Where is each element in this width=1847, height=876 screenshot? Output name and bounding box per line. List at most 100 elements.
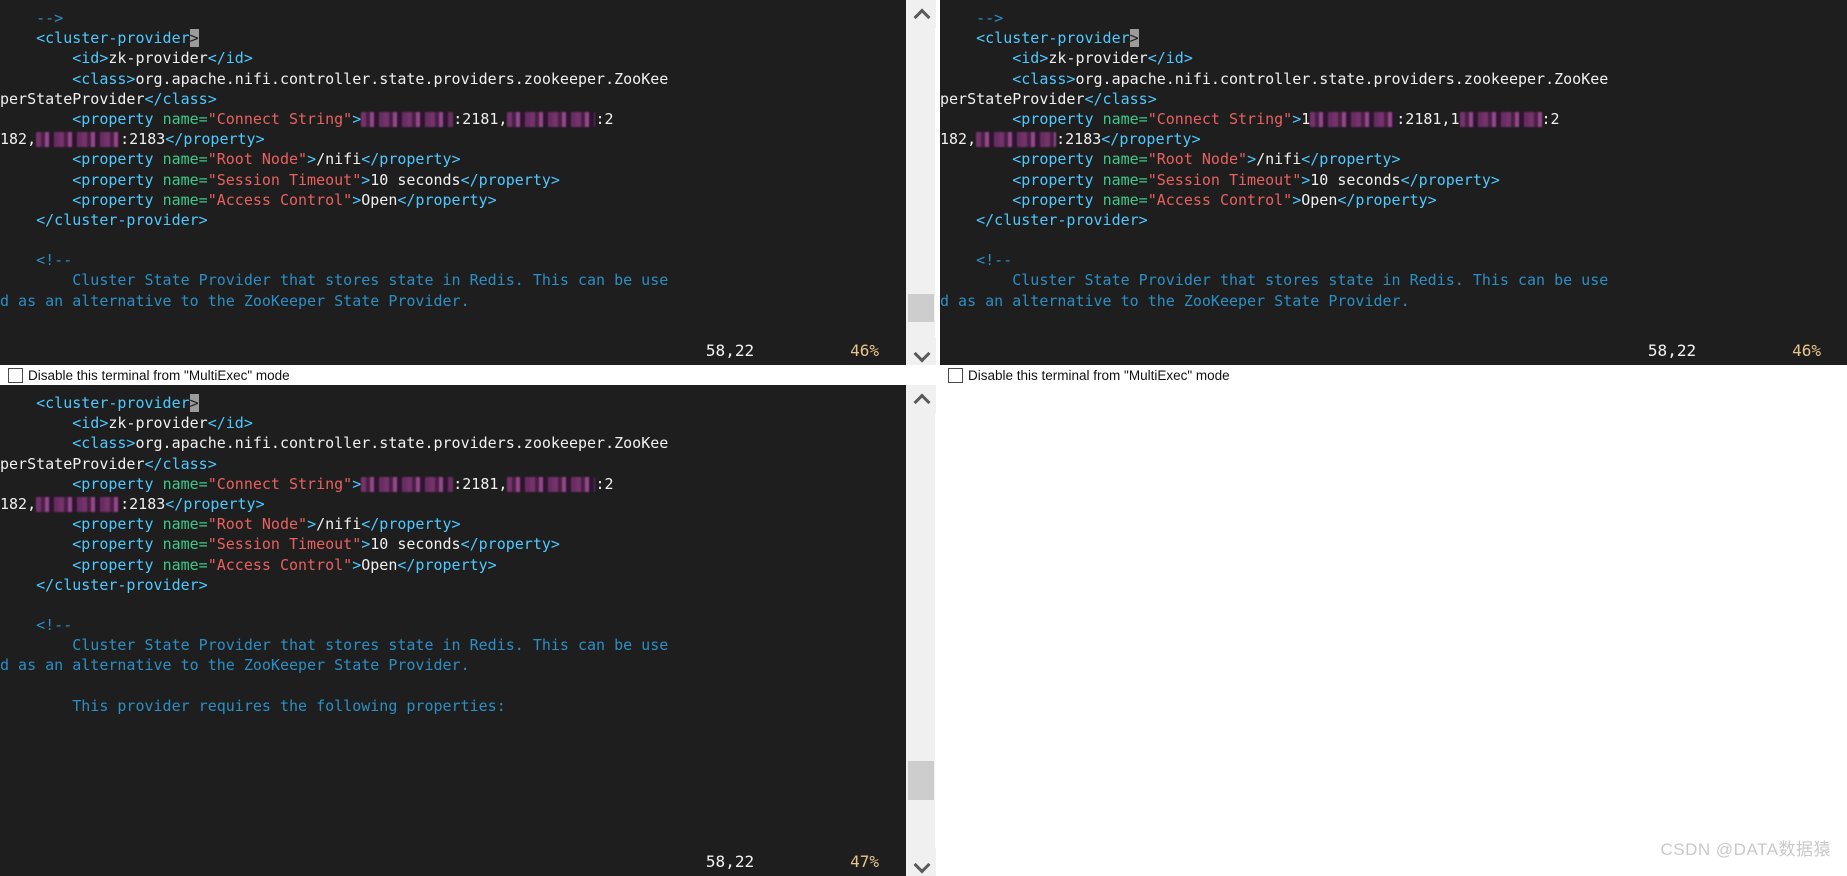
scroll-up-button-bottom-left[interactable] [906, 385, 936, 413]
scroll-up-button-top-left[interactable] [906, 0, 936, 28]
code-token: :2181, [453, 109, 508, 128]
code-token: > [361, 170, 371, 189]
disable-multiexec-checkbox-top-right[interactable] [948, 367, 963, 383]
code-token: > [1129, 29, 1139, 48]
code-token: perStateProvider [940, 89, 1085, 108]
code-token: <id> [1012, 49, 1049, 68]
terminal-line: </cluster-provider> [0, 575, 905, 595]
code-token: > [352, 190, 362, 209]
terminal-line: d as an alternative to the ZooKeeper Sta… [940, 291, 1847, 311]
code-token: > [1247, 150, 1257, 169]
scroll-down-button-bottom-left[interactable] [906, 848, 936, 876]
code-token: > [307, 150, 317, 169]
terminal-line: perStateProvider</class> [0, 454, 905, 474]
disable-multiexec-checkbox-top-left[interactable] [8, 367, 23, 383]
status-bar-top-left: 58,22 46% [0, 337, 905, 365]
code-token: "Connect String" [207, 474, 353, 493]
terminal-top-right[interactable]: --> <cluster-provider> <id>zk-provider</… [940, 0, 1847, 365]
code-token: name= [162, 515, 208, 534]
terminal-line: <property name="Connect String">:2181,:2 [0, 474, 905, 494]
scroll-down-button-top-left[interactable] [906, 337, 936, 365]
code-token: --> [36, 9, 64, 27]
code-token: <property [72, 555, 163, 574]
code-token: <property [72, 170, 163, 189]
panel-top-right: --> <cluster-provider> <id>zk-provider</… [940, 0, 1847, 365]
scrollbar-thumb-bottom-left[interactable] [908, 761, 934, 801]
terminal-line: <property name="Root Node">/nifi</proper… [940, 149, 1847, 169]
redacted-ip-address [976, 132, 1057, 148]
chevron-up-icon [915, 393, 928, 406]
code-token: <property [72, 190, 163, 209]
code-token: /nifi [1256, 150, 1302, 169]
code-token: Cluster State Provider that stores state… [940, 271, 1609, 290]
code-token: org.apache.nifi.controller.state.provide… [135, 434, 669, 453]
code-token: 182, [940, 130, 977, 149]
code-token: name= [162, 150, 208, 169]
terminal-line: <id>zk-provider</id> [0, 413, 905, 433]
terminal-line: <property name="Root Node">/nifi</proper… [0, 514, 905, 534]
terminal-line: <property name="Session Timeout">10 seco… [0, 170, 905, 190]
scrollbar-thumb-top-left[interactable] [908, 293, 934, 322]
code-token: /nifi [316, 515, 362, 534]
empty-area [940, 385, 1847, 876]
code-token: </property> [397, 190, 497, 209]
terminal-line: <property name="Session Timeout">10 seco… [940, 170, 1847, 190]
code-token: /nifi [316, 150, 362, 169]
code-token: <property [1012, 150, 1103, 169]
csdn-watermark: CSDN @DATA数据猿 [1660, 840, 1831, 859]
code-token: 10 seconds [1310, 170, 1401, 189]
terminal-top-left[interactable]: --> <cluster-provider> <id>zk-provider</… [0, 0, 905, 365]
code-token: d as an alternative to the ZooKeeper Sta… [0, 291, 470, 310]
terminal-line: <!-- [0, 615, 905, 635]
code-token: </cluster-provider> [36, 210, 208, 229]
redacted-ip-address [507, 476, 596, 492]
code-token: </property> [1400, 170, 1500, 189]
cursor-position-top-left: 58,22 [705, 340, 755, 360]
redacted-ip-address [1459, 111, 1542, 127]
terminal-line: <!-- [0, 250, 905, 270]
code-token: </class> [144, 89, 217, 108]
code-token: 10 seconds [370, 170, 461, 189]
scrollbar-top-left[interactable] [905, 0, 936, 365]
code-token: </id> [207, 49, 253, 68]
code-token: </property> [361, 515, 461, 534]
cursor-position-bottom-left: 58,22 [705, 851, 755, 871]
terminal-line: This provider requires the following pro… [0, 696, 905, 716]
code-token: 182, [0, 494, 37, 513]
terminal-line: <class>org.apache.nifi.controller.state.… [0, 433, 905, 453]
panel-bottom-right [940, 385, 1847, 876]
terminal-bottom-left[interactable]: <cluster-provider> <id>zk-provider</id> … [0, 385, 905, 876]
code-token: </cluster-provider> [976, 210, 1148, 229]
code-token: <property [72, 150, 163, 169]
code-token: > [352, 555, 362, 574]
code-token: name= [1102, 150, 1148, 169]
scroll-percent-top-right: 46% [1792, 340, 1821, 360]
code-token: :2183 [120, 130, 166, 149]
scrollbar-bottom-left[interactable] [905, 385, 936, 876]
redacted-ip-address [361, 476, 454, 492]
scroll-percent-bottom-left: 47% [850, 851, 879, 871]
terminal-line: <cluster-provider> [940, 28, 1847, 48]
code-token: <property [1012, 190, 1103, 209]
code-token: </cluster-provider> [36, 575, 208, 594]
code-token: <!-- [36, 251, 73, 270]
code-token: Open [361, 190, 398, 209]
code-token: <property [72, 515, 163, 534]
terminal-line: <property name="Access Control">Open</pr… [940, 190, 1847, 210]
terminal-line: <cluster-provider> [0, 393, 905, 413]
terminal-line: Cluster State Provider that stores state… [0, 270, 905, 290]
code-token: name= [162, 474, 208, 493]
